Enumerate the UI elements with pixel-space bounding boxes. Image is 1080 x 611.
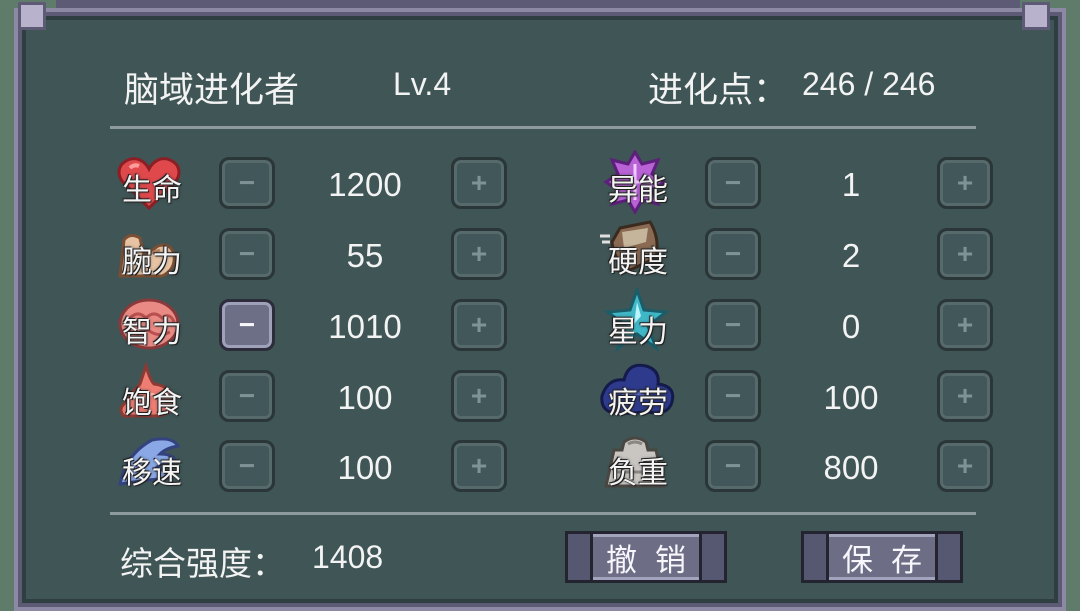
frame-corner <box>18 2 46 30</box>
stat-value-psionic: 1 <box>841 166 861 203</box>
plus-icon: + <box>956 450 974 481</box>
stat-label-satiety: 饱食 <box>122 387 182 420</box>
hardness-increase-button[interactable]: + <box>937 228 993 280</box>
speed-decrease-button[interactable]: − <box>219 440 275 492</box>
psionic-increase-button[interactable]: + <box>937 157 993 209</box>
speed-increase-button[interactable]: + <box>451 440 507 492</box>
overall-strength-value: 1408 <box>312 539 384 575</box>
hardness-decrease-button[interactable]: − <box>705 228 761 280</box>
minus-icon: − <box>238 238 256 269</box>
strength-increase-button[interactable]: + <box>451 228 507 280</box>
plus-icon: + <box>470 309 488 340</box>
undo-button-label: 撤销 <box>606 542 704 578</box>
undo-button[interactable]: 撤销 <box>565 531 727 583</box>
plus-icon: + <box>956 238 974 269</box>
level-label: Lv.4 <box>393 66 452 102</box>
divider <box>110 126 976 129</box>
divider <box>110 512 976 515</box>
plus-icon: + <box>470 450 488 481</box>
satiety-increase-button[interactable]: + <box>451 370 507 422</box>
plus-icon: + <box>956 309 974 340</box>
load-increase-button[interactable]: + <box>937 440 993 492</box>
minus-icon: − <box>724 309 742 340</box>
strength-decrease-button[interactable]: − <box>219 228 275 280</box>
stat-value-health: 1200 <box>328 166 402 203</box>
stat-label-intelligence: 智力 <box>122 316 182 349</box>
psionic-decrease-button[interactable]: − <box>705 157 761 209</box>
minus-icon: − <box>238 167 256 198</box>
plus-icon: + <box>470 380 488 411</box>
stat-label-speed: 移速 <box>122 457 182 490</box>
plus-icon: + <box>470 167 488 198</box>
plus-icon: + <box>956 167 974 198</box>
intelligence-increase-button[interactable]: + <box>451 299 507 351</box>
stat-value-satiety: 100 <box>337 379 393 416</box>
stat-value-starpower: 0 <box>841 308 861 345</box>
stat-label-health: 生命 <box>122 174 182 207</box>
minus-icon: − <box>724 450 742 481</box>
minus-icon: − <box>724 238 742 269</box>
frame-corner <box>1022 2 1050 30</box>
stat-value-intelligence: 1010 <box>328 308 402 345</box>
stat-label-load: 负重 <box>608 457 668 490</box>
stat-value-load: 800 <box>823 449 879 486</box>
intelligence-decrease-button[interactable]: − <box>219 299 275 351</box>
starpower-increase-button[interactable]: + <box>937 299 993 351</box>
plus-icon: + <box>956 380 974 411</box>
stat-label-strength: 腕力 <box>122 246 182 279</box>
plus-icon: + <box>470 238 488 269</box>
stat-label-fatigue: 疲劳 <box>608 387 668 420</box>
minus-icon: − <box>238 380 256 411</box>
minus-icon: − <box>238 450 256 481</box>
stat-value-speed: 100 <box>337 449 393 486</box>
minus-icon: − <box>724 167 742 198</box>
minus-icon: − <box>238 309 256 340</box>
character-title: 脑域进化者 <box>124 71 300 110</box>
stat-label-hardness: 硬度 <box>608 246 668 279</box>
stat-value-hardness: 2 <box>841 237 861 274</box>
fatigue-increase-button[interactable]: + <box>937 370 993 422</box>
overall-strength-label: 综合强度： <box>120 545 285 582</box>
fatigue-decrease-button[interactable]: − <box>705 370 761 422</box>
stat-value-fatigue: 100 <box>823 379 879 416</box>
save-button[interactable]: 保存 <box>801 531 963 583</box>
starpower-decrease-button[interactable]: − <box>705 299 761 351</box>
health-increase-button[interactable]: + <box>451 157 507 209</box>
evolution-points-value: 246 / 246 <box>802 66 936 102</box>
health-decrease-button[interactable]: − <box>219 157 275 209</box>
load-decrease-button[interactable]: − <box>705 440 761 492</box>
stat-label-psionic: 异能 <box>608 174 668 207</box>
save-button-label: 保存 <box>842 542 940 578</box>
satiety-decrease-button[interactable]: − <box>219 370 275 422</box>
stat-label-starpower: 星力 <box>608 316 668 349</box>
evolution-points-label: 进化点： <box>648 71 789 110</box>
minus-icon: − <box>724 380 742 411</box>
stat-value-strength: 55 <box>346 237 384 274</box>
